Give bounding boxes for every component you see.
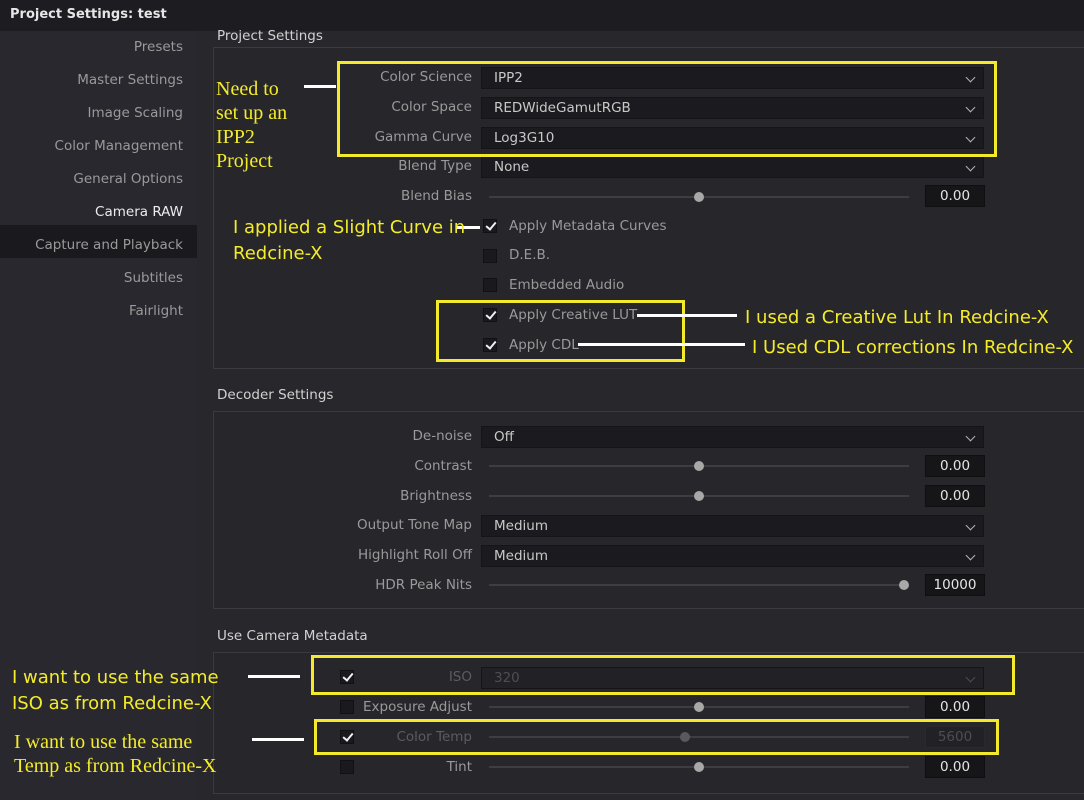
sidebar-item-fairlight[interactable]: Fairlight: [0, 303, 183, 319]
chevron-down-icon: [965, 431, 976, 442]
section-title-project-settings: Project Settings: [217, 28, 323, 44]
highlight-roll-off-dropdown[interactable]: Medium: [481, 545, 984, 567]
exposure-adjust-field[interactable]: 0.00: [925, 696, 985, 718]
annotation-line: set up an: [216, 102, 288, 124]
annotation-line: IPP2: [216, 126, 255, 148]
slider-handle[interactable]: [899, 580, 909, 590]
chevron-down-icon: [965, 550, 976, 561]
section-title-decoder-settings: Decoder Settings: [217, 387, 334, 403]
annotation-lut: I used a Creative Lut In Redcine-X: [745, 307, 1049, 328]
annotation-iso: I want to use the same ISO as from Redci…: [12, 665, 219, 717]
title-bar: Project Settings: test: [0, 0, 1084, 32]
sidebar-item-master-settings[interactable]: Master Settings: [0, 72, 183, 88]
annotation-box-iso: [311, 655, 1015, 695]
sidebar-item-image-scaling[interactable]: Image Scaling: [0, 105, 183, 121]
tint-label: Tint: [446, 759, 472, 775]
chevron-down-icon: [965, 161, 976, 172]
blend-bias-label: Blend Bias: [400, 188, 472, 204]
output-tone-map-label: Output Tone Map: [356, 517, 472, 533]
annotation-line: Temp as from Redcine-X: [14, 755, 217, 777]
annotation-curve: I applied a Slight Curve in Redcine-X: [233, 215, 465, 267]
sidebar-item-color-management[interactable]: Color Management: [0, 138, 183, 154]
annotation-temp: I want to use the same Temp as from Redc…: [14, 730, 216, 778]
slider-handle[interactable]: [694, 491, 704, 501]
pointer-line: [304, 85, 336, 88]
denoise-label: De-noise: [412, 428, 472, 444]
output-tone-map-value: Medium: [494, 518, 548, 534]
contrast-slider[interactable]: [489, 461, 909, 471]
contrast-label: Contrast: [414, 458, 472, 474]
apply-metadata-curves-checkbox[interactable]: [483, 219, 497, 233]
embedded-audio-label: Embedded Audio: [509, 277, 625, 293]
annotation-box-color-settings: [337, 61, 997, 157]
blend-bias-slider[interactable]: [489, 192, 909, 202]
annotation-line: ISO as from Redcine-X: [12, 693, 212, 714]
hdr-peak-nits-label: HDR Peak Nits: [375, 577, 472, 593]
tint-slider[interactable]: [489, 762, 909, 772]
contrast-field[interactable]: 0.00: [925, 455, 985, 477]
annotation-line: I want to use the same: [12, 667, 219, 688]
blend-bias-field[interactable]: 0.00: [925, 185, 985, 207]
deb-label: D.E.B.: [509, 247, 551, 263]
annotation-ipp2: Need to set up an IPP2 Project: [216, 77, 287, 173]
embedded-audio-checkbox[interactable]: [483, 278, 497, 292]
slider-handle[interactable]: [694, 762, 704, 772]
tint-field[interactable]: 0.00: [925, 756, 985, 778]
hdr-peak-nits-slider[interactable]: [489, 580, 909, 590]
sidebar-item-camera-raw[interactable]: Camera RAW: [0, 204, 183, 220]
sidebar-item-presets[interactable]: Presets: [0, 39, 183, 55]
brightness-slider[interactable]: [489, 491, 909, 501]
apply-metadata-curves-label: Apply Metadata Curves: [509, 218, 667, 234]
denoise-dropdown[interactable]: Off: [481, 426, 984, 448]
brightness-field[interactable]: 0.00: [925, 485, 985, 507]
annotation-cdl: I Used CDL corrections In Redcine-X: [752, 337, 1074, 358]
blend-type-dropdown[interactable]: None: [481, 156, 984, 178]
highlight-roll-off-label: Highlight Roll Off: [358, 547, 472, 563]
exposure-adjust-slider[interactable]: [489, 702, 909, 712]
hdr-peak-nits-field[interactable]: 10000: [925, 574, 985, 596]
slider-handle[interactable]: [694, 461, 704, 471]
slider-handle[interactable]: [694, 192, 704, 202]
highlight-roll-off-value: Medium: [494, 548, 548, 564]
blend-type-label: Blend Type: [398, 158, 472, 174]
annotation-line: I applied a Slight Curve in: [233, 217, 466, 238]
pointer-line: [248, 675, 300, 678]
pointer-line: [578, 343, 745, 346]
blend-type-value: None: [494, 159, 530, 175]
annotation-line: Redcine-X: [233, 243, 323, 264]
section-title-camera-metadata: Use Camera Metadata: [217, 628, 368, 644]
annotation-box-color-temp: [314, 719, 999, 755]
annotation-line: I want to use the same: [14, 731, 193, 753]
pointer-line: [637, 314, 737, 317]
annotation-line: Need to: [216, 78, 279, 100]
sidebar-item-general-options[interactable]: General Options: [0, 171, 183, 187]
window-title: Project Settings: test: [10, 7, 167, 22]
sidebar-item-capture-playback[interactable]: Capture and Playback: [0, 237, 183, 253]
sidebar-item-subtitles[interactable]: Subtitles: [0, 270, 183, 286]
slider-handle[interactable]: [694, 702, 704, 712]
exposure-adjust-label: Exposure Adjust: [363, 699, 472, 715]
chevron-down-icon: [965, 520, 976, 531]
pointer-line: [252, 738, 304, 741]
denoise-value: Off: [494, 429, 514, 445]
brightness-label: Brightness: [400, 488, 472, 504]
annotation-line: Project: [216, 150, 273, 172]
output-tone-map-dropdown[interactable]: Medium: [481, 515, 984, 537]
annotation-box-lut-cdl: [436, 300, 685, 362]
deb-checkbox[interactable]: [483, 249, 497, 263]
